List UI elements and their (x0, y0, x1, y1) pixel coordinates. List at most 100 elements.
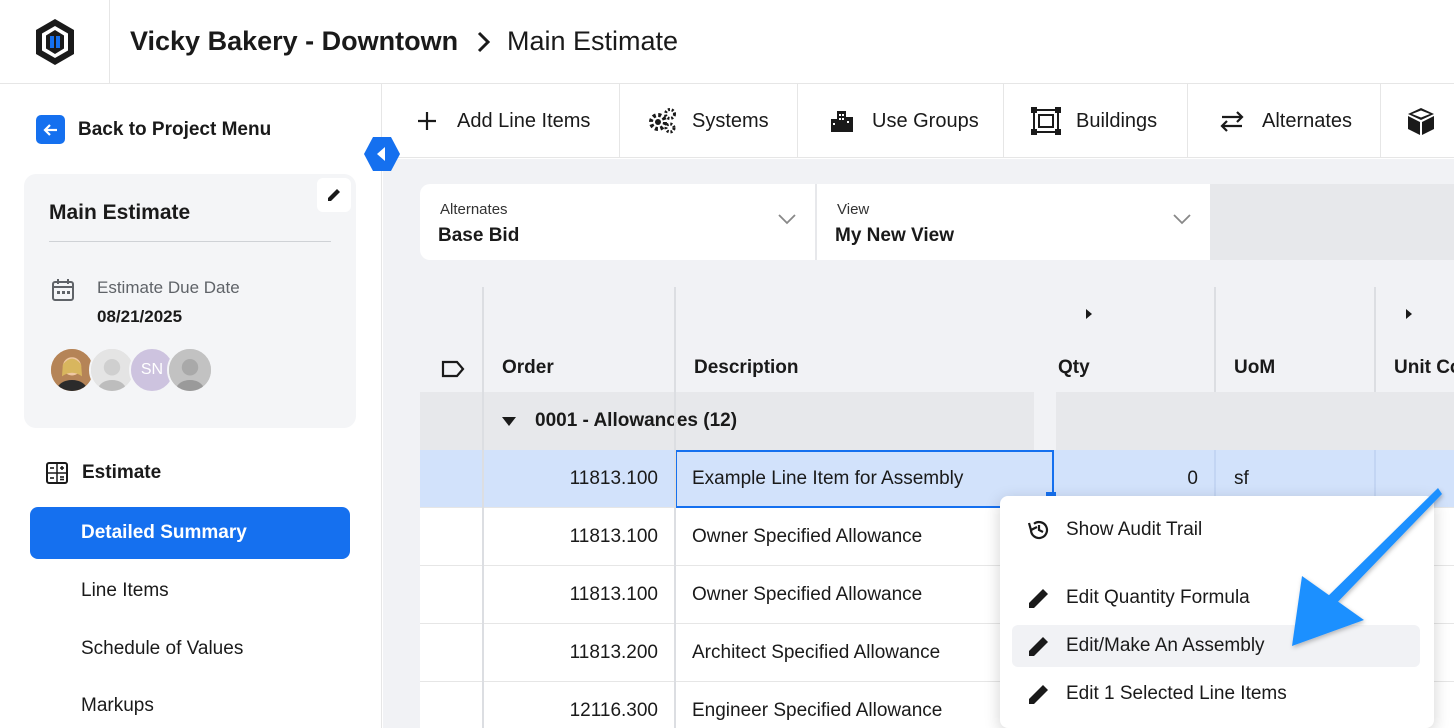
unit-cost-column-title: Unit Co (1394, 357, 1454, 378)
use-groups-button[interactable]: Use Groups (798, 84, 1004, 158)
view-dropdown-value: My New View (835, 225, 954, 246)
alternates-dropdown[interactable]: Alternates Base Bid (420, 184, 815, 260)
pencil-icon (1026, 585, 1052, 611)
description-cell[interactable]: Owner Specified Allowance (676, 566, 1054, 624)
column-divider (1374, 287, 1376, 392)
add-line-items-label: Add Line Items (457, 109, 591, 132)
column-divider (1214, 287, 1216, 392)
view-dropdown-label: View (837, 201, 870, 218)
order-cell[interactable]: 12116.300 (484, 682, 674, 728)
qty-column-title: Qty (1058, 357, 1090, 378)
breadcrumb-project[interactable]: Vicky Bakery - Downtown (130, 26, 458, 57)
column-gap (1034, 392, 1056, 450)
description-cell[interactable]: Architect Specified Allowance (676, 624, 1054, 682)
avatar[interactable] (167, 347, 213, 393)
group-row-allowances[interactable]: 0001 - Allowances (12) (420, 392, 1454, 450)
buildings-city-icon (826, 105, 858, 137)
context-menu: Show Audit Trail Edit Quantity Formula E… (1000, 496, 1434, 728)
toolbar: Add Line Items Systems Use Groups Buildi… (383, 84, 1454, 158)
arrow-left-icon (36, 115, 65, 144)
sidebar-item-markups[interactable]: Markups (30, 680, 350, 728)
description-cell[interactable]: Engineer Specified Allowance (676, 682, 1054, 728)
column-divider (482, 287, 484, 728)
description-column-header[interactable]: Description (676, 287, 1034, 392)
user-photo-icon (91, 349, 133, 391)
collapse-sidebar-button[interactable] (363, 136, 401, 172)
sidebar: Back to Project Menu Main Estimate Estim… (0, 84, 382, 728)
menu-item-edit-selected-line-items[interactable]: Edit 1 Selected Line Items (1012, 673, 1420, 715)
description-column-title: Description (694, 357, 799, 378)
sidebar-item-line-items[interactable]: Line Items (30, 565, 350, 617)
systems-button[interactable]: Systems (620, 84, 798, 158)
due-date-label: Estimate Due Date (97, 278, 240, 297)
order-column-title: Order (502, 357, 554, 378)
back-link-label: Back to Project Menu (78, 118, 272, 140)
estimate-card-title: Main Estimate (49, 201, 191, 224)
qty-column-header[interactable]: Qty (1056, 287, 1214, 392)
group-row-label: 0001 - Allowances (12) (535, 410, 738, 431)
view-dropdown[interactable]: View My New View (817, 184, 1210, 260)
estimate-card: Main Estimate Estimate Due Date 08/21/20… (24, 174, 356, 428)
alternates-label: Alternates (1262, 109, 1353, 132)
order-column-header[interactable]: Order (484, 287, 674, 392)
caret-right-icon[interactable] (1086, 309, 1092, 319)
logo-icon (35, 19, 74, 65)
building-frame-icon (1030, 105, 1062, 137)
app-header: Vicky Bakery - Downtown Main Estimate (0, 0, 1454, 84)
add-line-items-button[interactable]: Add Line Items (383, 84, 620, 158)
gears-icon (646, 105, 678, 137)
use-groups-label: Use Groups (872, 109, 979, 132)
pencil-icon (328, 189, 340, 201)
buildings-button[interactable]: Buildings (1004, 84, 1188, 158)
order-cell[interactable]: 11813.100 (484, 450, 674, 508)
estimate-section-header: Estimate (46, 462, 161, 484)
column-divider (674, 287, 676, 728)
calendar-icon (52, 279, 74, 301)
order-cell[interactable]: 11813.100 (484, 508, 674, 566)
caret-right-icon[interactable] (1406, 309, 1412, 319)
breadcrumb-page: Main Estimate (507, 26, 679, 56)
chevron-down-icon (778, 214, 796, 225)
menu-item-label: Show Audit Trail (1066, 519, 1203, 540)
card-divider (49, 241, 331, 242)
order-cell[interactable]: 11813.200 (484, 624, 674, 682)
caret-down-icon[interactable] (502, 417, 516, 426)
unit-cost-column-header[interactable]: Unit Co (1376, 287, 1454, 392)
packages-button[interactable] (1381, 84, 1454, 158)
cube-icon (1405, 105, 1437, 137)
alternates-dropdown-label: Alternates (440, 201, 508, 218)
systems-label: Systems (692, 109, 769, 132)
estimate-section-title: Estimate (82, 462, 162, 483)
alternates-dropdown-value: Base Bid (438, 225, 520, 246)
chevron-down-icon (1173, 214, 1191, 225)
user-photo-icon (169, 349, 211, 391)
tag-column-header[interactable] (420, 287, 482, 392)
menu-item-label: Edit/Make An Assembly (1066, 635, 1265, 656)
calculator-icon (46, 462, 68, 484)
sidebar-item-schedule-of-values[interactable]: Schedule of Values (30, 623, 350, 675)
filter-bar-empty-area (1210, 184, 1454, 260)
due-date-value: 08/21/2025 (97, 307, 183, 326)
edit-estimate-button[interactable] (317, 178, 351, 212)
filter-bar: Alternates Base Bid View My New View (420, 184, 1210, 260)
pencil-icon (1026, 681, 1052, 707)
back-to-project-menu-link[interactable]: Back to Project Menu (36, 115, 271, 144)
menu-item-show-audit-trail[interactable]: Show Audit Trail (1012, 509, 1420, 551)
history-icon (1026, 517, 1052, 543)
user-photo-icon (51, 349, 93, 391)
menu-item-edit-quantity-formula[interactable]: Edit Quantity Formula (1012, 577, 1420, 619)
swap-arrows-icon (1216, 105, 1248, 137)
buildings-label: Buildings (1076, 109, 1158, 132)
order-cell[interactable]: 11813.100 (484, 566, 674, 624)
description-cell[interactable]: Owner Specified Allowance (676, 508, 1054, 566)
uom-column-header[interactable]: UoM (1216, 287, 1374, 392)
cell-focus-outline (675, 450, 1054, 508)
menu-item-edit-make-assembly[interactable]: Edit/Make An Assembly (1012, 625, 1420, 667)
alternates-button[interactable]: Alternates (1188, 84, 1381, 158)
menu-item-label: Edit 1 Selected Line Items (1066, 683, 1287, 704)
menu-item-label: Edit Quantity Formula (1066, 587, 1250, 608)
chevron-right-icon (477, 31, 491, 53)
uom-column-title: UoM (1234, 357, 1276, 378)
sidebar-item-detailed-summary[interactable]: Detailed Summary (30, 507, 350, 559)
app-logo[interactable] (0, 0, 110, 84)
